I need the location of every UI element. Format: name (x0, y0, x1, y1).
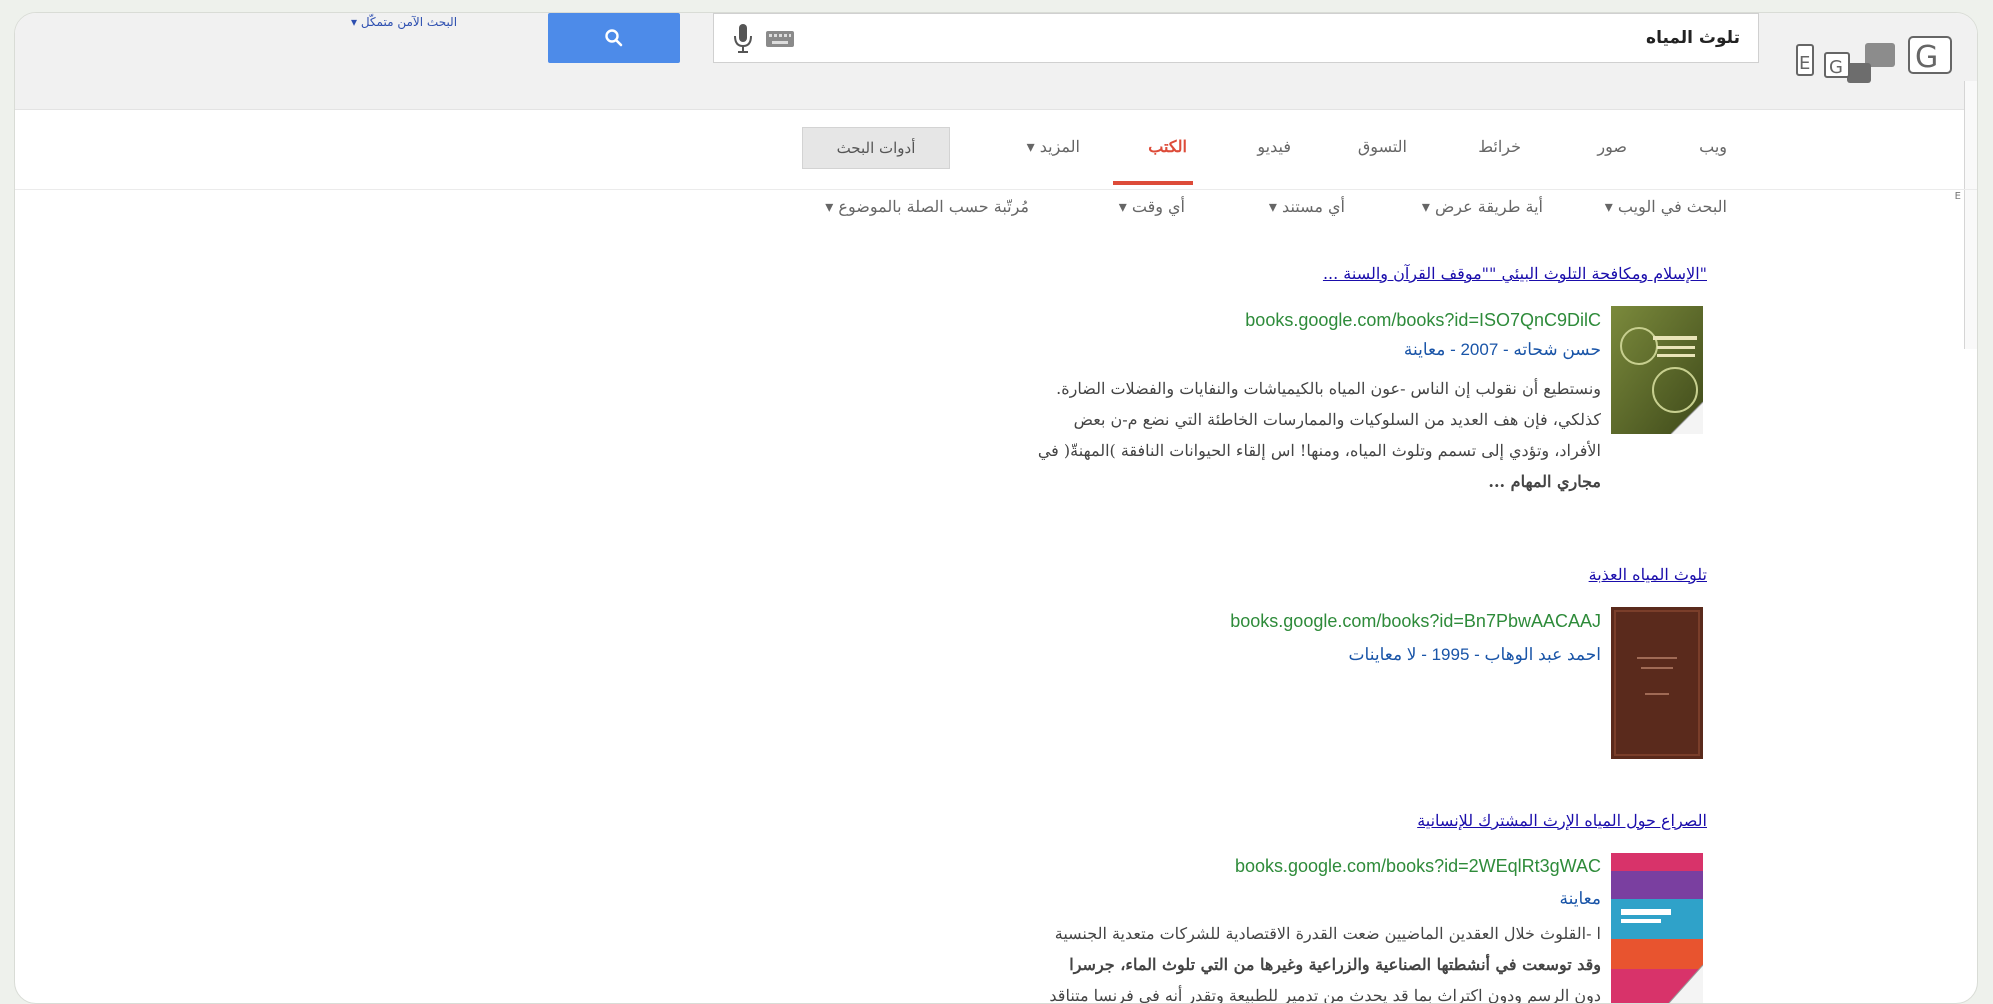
result-url: books.google.com/books?id=2WEqlRt3gWAC (1234, 856, 1601, 876)
browser-frame: G G E تلوث المياه البحث الآمن متمكّل ▾ E… (14, 12, 1978, 1004)
snippet-line: دون الرسم ودون اكتراث بما قد يحدث من تدم… (1049, 986, 1601, 1004)
snippet-line: وقد توسعت في أنشطتها الصناعية والزراعية … (1069, 955, 1601, 974)
result-title[interactable]: الصراع حول المياه الإرث المشترك للإنساني… (1417, 811, 1707, 830)
result-meta: معاينة (1559, 889, 1601, 908)
book-cover-thumbnail[interactable] (1611, 607, 1703, 759)
result-meta: حسن شحاته - 2007 - معاينة (1403, 340, 1601, 359)
result-url: books.google.com/books?id=Bn7PbwAACAAJ (1230, 611, 1601, 631)
book-cover-thumbnail[interactable] (1611, 306, 1703, 434)
result-title[interactable]: "الإسلام ومكافحة التلوث البيئي ""موقف ال… (1323, 264, 1707, 283)
snippet-line: ونستطيع أن نقولب إن الناس -عون المياه با… (1056, 379, 1601, 398)
result-meta: احمد عبد الوهاب - 1995 - لا معاينات (1348, 645, 1601, 664)
book-cover-thumbnail[interactable] (1611, 853, 1703, 1003)
snippet-line: كذلكي، فإن هف العديد من السلوكيات والمما… (1073, 410, 1601, 429)
search-results: "الإسلام ومكافحة التلوث البيئي ""موقف ال… (15, 13, 1977, 1003)
result-title[interactable]: تلوث المياه العذبة (1589, 565, 1707, 584)
result-url: books.google.com/books?id=ISO7QnC9DilC (1245, 310, 1601, 330)
result-snippet: ا -القلوث خلال العقدين الماضيين ضعت القد… (701, 918, 1601, 1004)
snippet-line: الأفراد، وتؤدي إلى تسمم وتلوث المياه، وم… (1037, 441, 1601, 460)
snippet-line: مجاري المهام ... (1488, 472, 1601, 491)
snippet-line: ا -القلوث خلال العقدين الماضيين ضعت القد… (1054, 924, 1601, 943)
result-snippet: ونستطيع أن نقولب إن الناس -عون المياه با… (701, 373, 1601, 497)
